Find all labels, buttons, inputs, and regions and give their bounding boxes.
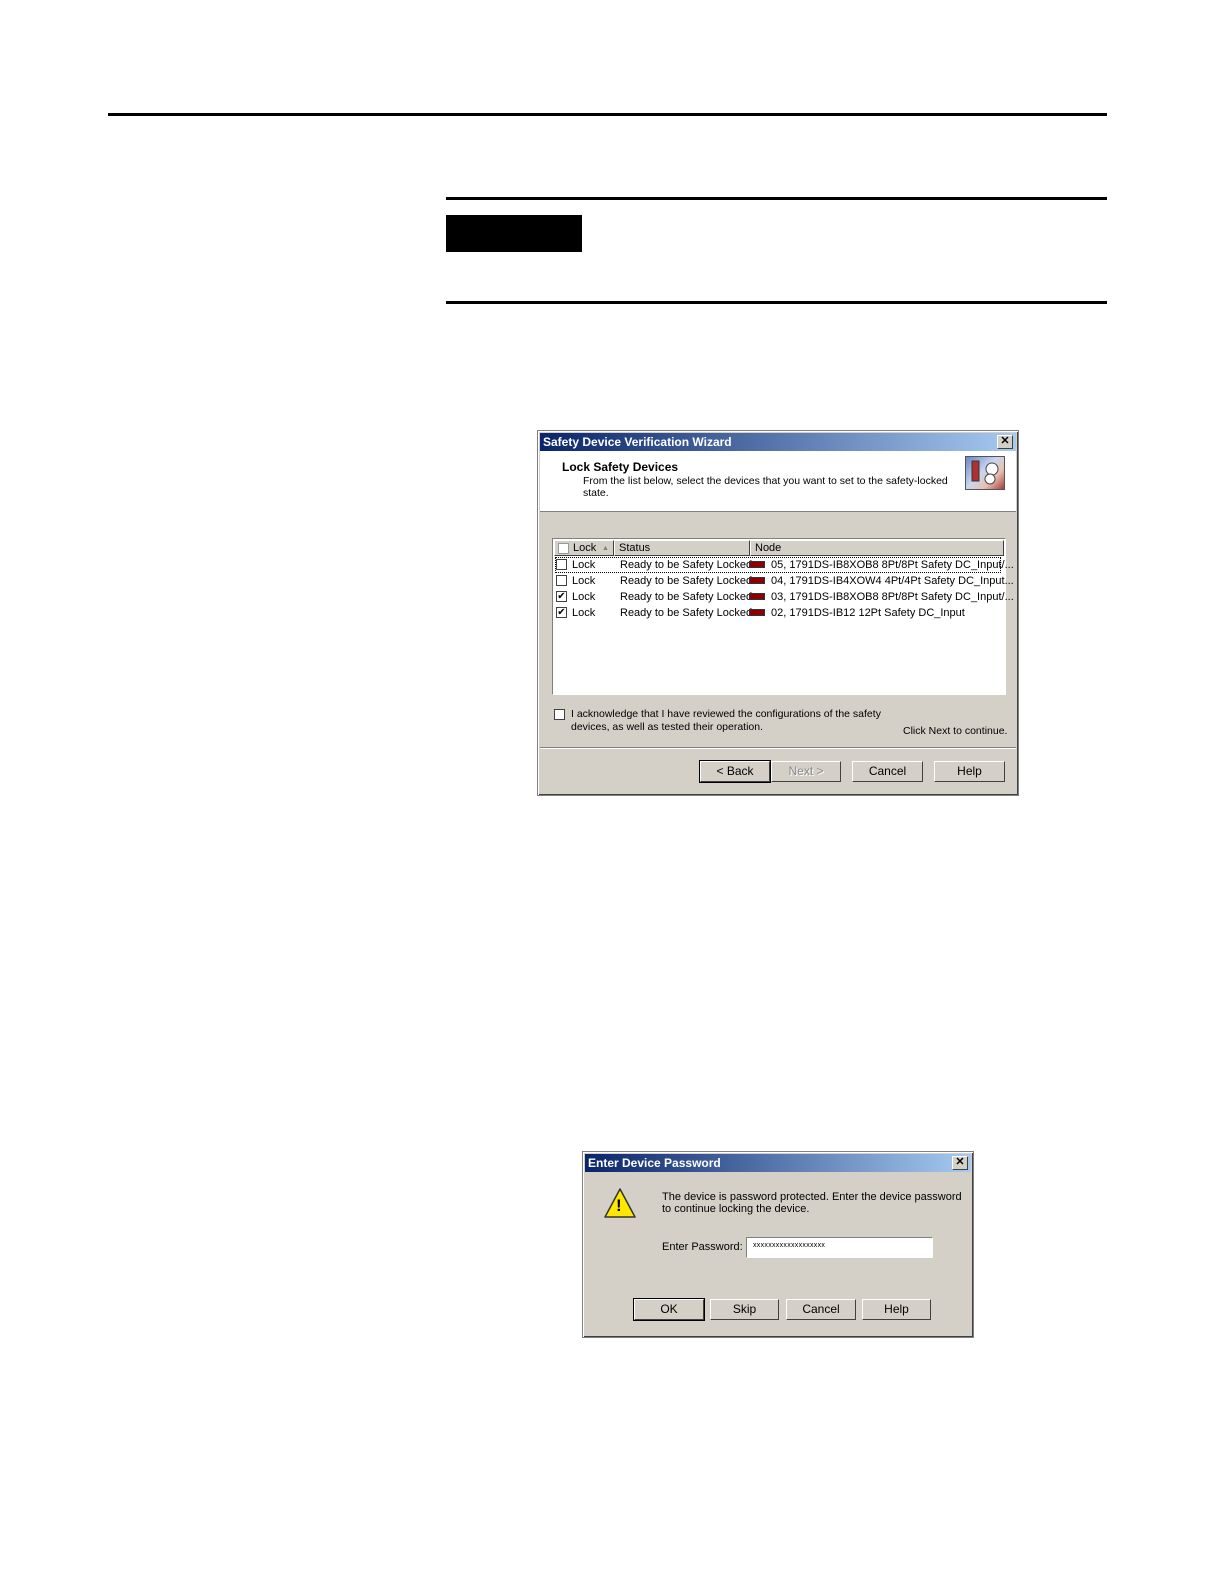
lock-checkbox[interactable]: ✔ <box>556 607 567 618</box>
close-icon[interactable]: ✕ <box>952 1156 968 1170</box>
column-header-node[interactable]: Node <box>750 540 1004 556</box>
skip-button[interactable]: Skip <box>710 1299 779 1320</box>
top-rule <box>108 113 1107 116</box>
sort-ascending-icon: ▲ <box>602 545 609 552</box>
help-button[interactable]: Help <box>862 1299 931 1320</box>
wizard-heading: Lock Safety Devices <box>562 460 679 474</box>
status-text: Ready to be Safety Locked <box>620 575 753 587</box>
status-text: Ready to be Safety Locked <box>620 559 753 571</box>
device-list[interactable]: Lock ▲ Status Node Lock Ready to be Safet… <box>552 538 1014 695</box>
lock-label: Lock <box>572 607 596 619</box>
wizard-description-line1: From the list below, select the devices … <box>583 475 948 487</box>
device-module-icon <box>749 593 765 600</box>
password-dialog-title: Enter Device Password <box>588 1156 721 1170</box>
device-row[interactable]: ✔ Lock Ready to be Safety Locked 03, 1791DS… <box>555 589 1014 605</box>
help-button[interactable]: Help <box>934 761 1005 782</box>
acknowledge-checkbox[interactable] <box>554 709 565 720</box>
device-module-icon <box>749 609 765 616</box>
password-dialog-titlebar: Enter Device Password ✕ <box>585 1154 971 1172</box>
wizard-titlebar: Safety Device Verification Wizard ✕ <box>540 433 1016 451</box>
device-module-icon <box>749 561 765 568</box>
close-icon[interactable]: ✕ <box>997 435 1013 449</box>
important-box-top-rule <box>446 197 1107 200</box>
warning-icon: ! <box>603 1187 637 1221</box>
node-text: 05, 1791DS-IB8XOB8 8Pt/8Pt Safety DC_Inp… <box>771 559 1014 571</box>
status-text: Ready to be Safety Locked <box>620 591 753 603</box>
device-row[interactable]: Lock Ready to be Safety Locked 04, 1791DS-… <box>555 573 1014 589</box>
wizard-logo-icon <box>965 456 1005 490</box>
acknowledge-text-line1: I acknowledge that I have reviewed the c… <box>571 708 881 720</box>
lock-checkbox[interactable]: ✔ <box>556 591 567 602</box>
select-all-checkbox[interactable] <box>558 543 569 554</box>
device-module-icon <box>749 577 765 584</box>
enter-password-dialog: Enter Device Password ✕ ! The device is … <box>582 1151 974 1338</box>
lock-checkbox[interactable] <box>556 575 567 586</box>
node-text: 03, 1791DS-IB8XOB8 8Pt/8Pt Safety DC_Inp… <box>771 591 1014 603</box>
lock-label: Lock <box>572 559 596 571</box>
wizard-title: Safety Device Verification Wizard <box>543 435 732 449</box>
lock-label: Lock <box>572 575 596 587</box>
column-header-status[interactable]: Status <box>614 540 750 556</box>
warning-icon-glyph: ! <box>616 1196 622 1215</box>
wizard-footer-divider <box>540 747 1016 749</box>
node-text: 02, 1791DS-IB12 12Pt Safety DC_Input <box>771 607 965 619</box>
ok-button[interactable]: OK <box>633 1298 705 1321</box>
important-label-block <box>446 215 582 252</box>
lock-label: Lock <box>572 591 596 603</box>
wizard-description-line2: state. <box>583 487 609 499</box>
password-message-line2: to continue locking the device. <box>662 1203 810 1215</box>
cancel-button[interactable]: Cancel <box>852 761 923 782</box>
cancel-button[interactable]: Cancel <box>786 1299 856 1320</box>
next-button[interactable]: Next > <box>771 761 841 782</box>
safety-verification-wizard: Safety Device Verification Wizard ✕ Lock… <box>537 430 1019 796</box>
status-text: Ready to be Safety Locked <box>620 607 753 619</box>
device-list-header: Lock ▲ Status Node <box>554 540 1004 556</box>
back-button[interactable]: < Back <box>699 760 771 783</box>
important-box-bottom-rule <box>446 301 1107 304</box>
password-field-value: xxxxxxxxxxxxxxxxxxx <box>753 1242 826 1249</box>
lock-checkbox[interactable] <box>556 559 567 570</box>
node-text: 04, 1791DS-IB4XOW4 4Pt/4Pt Safety DC_Inp… <box>771 575 1014 587</box>
acknowledge-text-line2: devices, as well as tested their operati… <box>571 721 764 733</box>
password-field[interactable]: xxxxxxxxxxxxxxxxxxx <box>746 1237 933 1258</box>
column-header-lock-label: Lock <box>573 542 597 554</box>
wizard-header: Lock Safety Devices From the list below,… <box>540 451 1016 512</box>
password-field-label: Enter Password: <box>662 1241 743 1253</box>
device-row[interactable]: Lock Ready to be Safety Locked 05, 1791DS-… <box>555 557 1014 573</box>
password-message-line1: The device is password protected. Enter … <box>662 1191 962 1203</box>
column-header-lock[interactable]: Lock ▲ <box>554 540 614 556</box>
next-hint: Click Next to continue. <box>903 725 1008 737</box>
device-row[interactable]: ✔ Lock Ready to be Safety Locked 02, 1791DS… <box>555 605 1001 621</box>
